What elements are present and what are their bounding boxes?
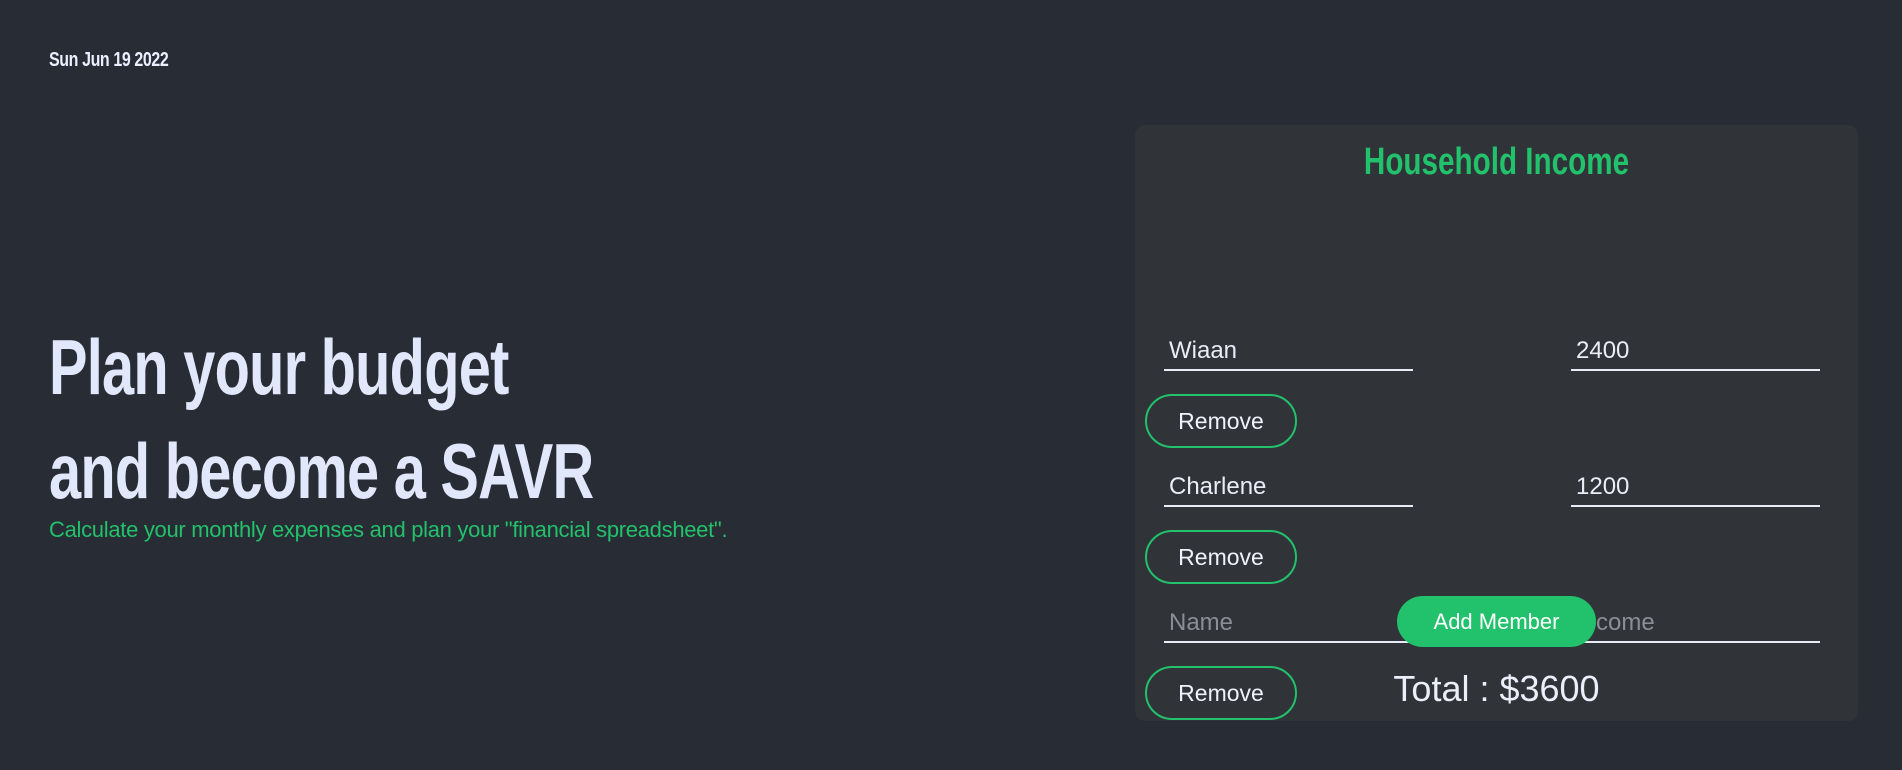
date-label: Sun Jun 19 2022 — [49, 49, 169, 71]
member-name-input[interactable] — [1164, 332, 1413, 371]
remove-member-button[interactable]: Remove — [1145, 530, 1297, 584]
hero-tagline: Calculate your monthly expenses and plan… — [49, 517, 728, 542]
member-income-input[interactable] — [1571, 332, 1820, 371]
member-name-input[interactable] — [1164, 604, 1413, 643]
remove-member-button[interactable]: Remove — [1145, 394, 1297, 448]
hero-heading: Plan your budget and become a SAVR — [49, 315, 785, 523]
hero-heading-line-1: Plan your budget — [49, 323, 509, 411]
add-member-button[interactable]: Add Member — [1397, 596, 1596, 647]
member-income-input[interactable] — [1571, 604, 1820, 643]
member-name-input[interactable] — [1164, 468, 1413, 507]
member-income-input[interactable] — [1571, 468, 1820, 507]
card-title: Household Income — [1363, 141, 1630, 183]
hero-heading-line-2: and become a SAVR — [49, 427, 594, 515]
total-income: Total : $3600 — [1393, 668, 1600, 709]
